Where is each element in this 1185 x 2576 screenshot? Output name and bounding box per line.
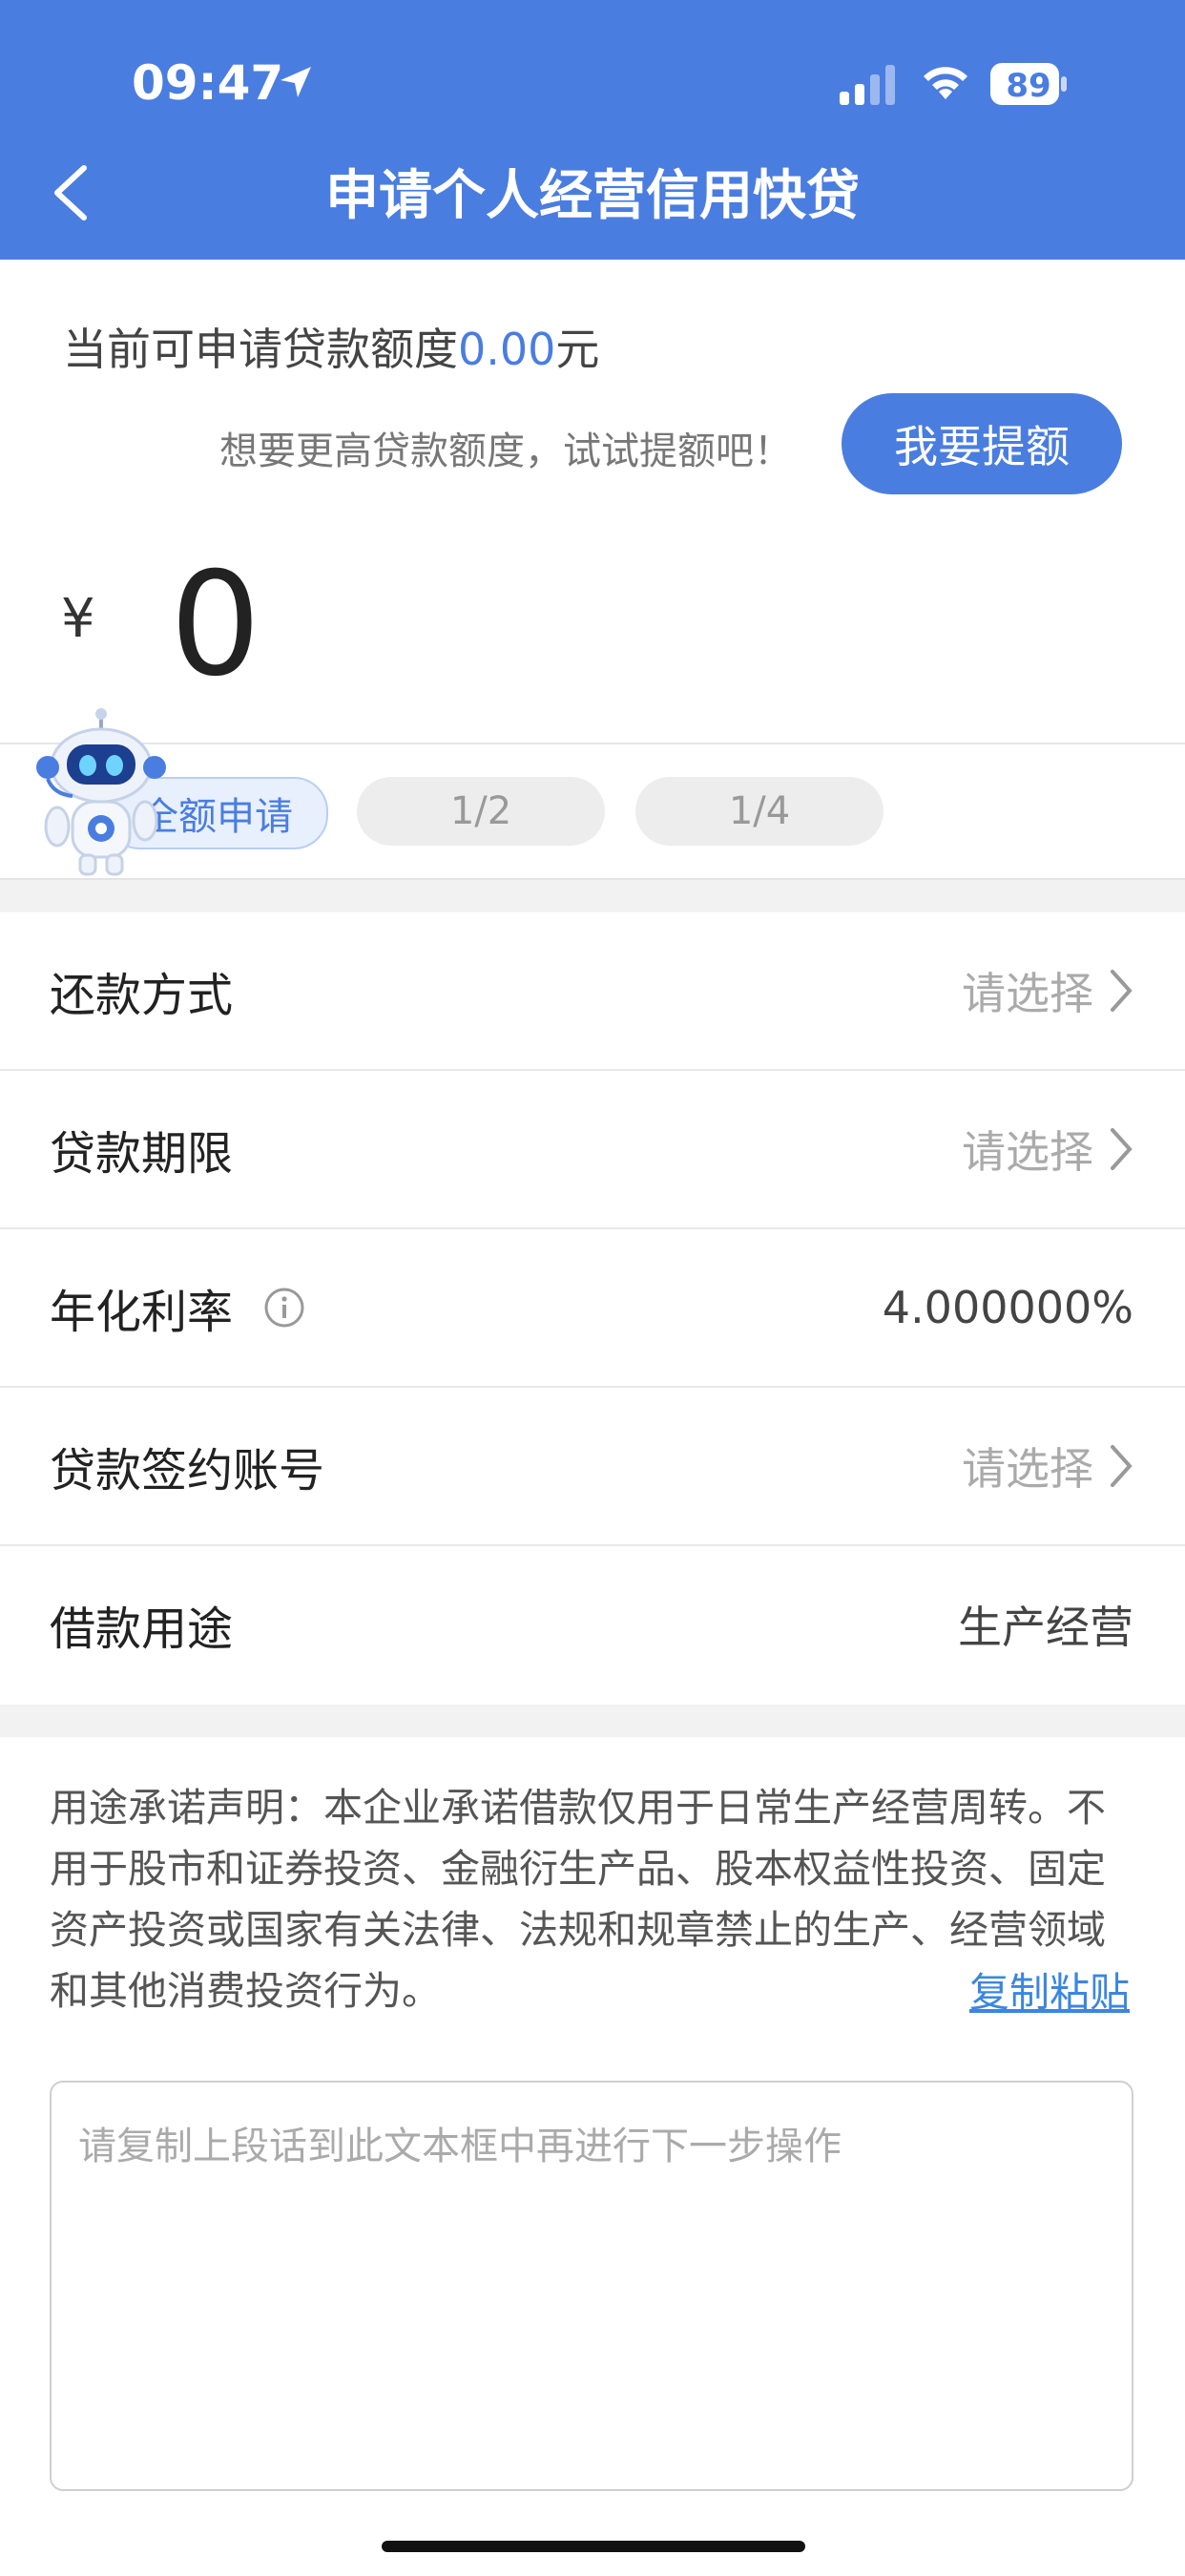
home-indicator bbox=[382, 2541, 805, 2552]
row-label: 借款用途 bbox=[50, 1602, 234, 1656]
signing-account-row[interactable]: 贷款签约账号 请选择 bbox=[0, 1388, 1185, 1546]
signal-icon bbox=[840, 65, 895, 105]
loan-term-row[interactable]: 贷款期限 请选择 bbox=[0, 1071, 1185, 1229]
chevron-right-icon bbox=[1111, 1128, 1133, 1170]
raise-hint: 想要更高贷款额度，试试提额吧！ bbox=[219, 429, 792, 473]
section-gap bbox=[0, 878, 1185, 912]
status-time: 09:47 bbox=[132, 55, 284, 111]
location-arrow-icon bbox=[281, 67, 311, 97]
robot-assistant-icon[interactable] bbox=[34, 706, 168, 878]
half-amount-option[interactable]: 1/2 bbox=[357, 777, 605, 846]
row-value: 请选择 bbox=[962, 1126, 1093, 1178]
wifi-icon bbox=[924, 67, 967, 99]
quota-amount: 0.00 bbox=[458, 324, 556, 375]
annual-rate-row: 年化利率 4.000000% bbox=[0, 1229, 1185, 1388]
repayment-method-row[interactable]: 还款方式 请选择 bbox=[0, 912, 1185, 1071]
page-title: 申请个人经营信用快贷 bbox=[325, 165, 860, 227]
quota-prefix: 当前可申请贷款额度 bbox=[63, 324, 458, 375]
row-value: 请选择 bbox=[962, 1443, 1093, 1495]
available-quota: 当前可申请贷款额度0.00元 bbox=[63, 315, 599, 378]
section-gap bbox=[0, 1705, 1185, 1737]
chevron-right-icon bbox=[1111, 1445, 1133, 1487]
battery-level: 89 bbox=[1006, 67, 1051, 105]
loan-amount-input[interactable]: 0 bbox=[170, 554, 260, 697]
row-label: 贷款签约账号 bbox=[50, 1444, 325, 1497]
raise-quota-button[interactable]: 我要提额 bbox=[842, 393, 1122, 494]
row-value: 4.000000% bbox=[882, 1282, 1133, 1333]
loan-purpose-row: 借款用途 生产经营 bbox=[0, 1546, 1185, 1703]
row-value: 请选择 bbox=[962, 968, 1093, 1019]
chevron-right-icon bbox=[1111, 970, 1133, 1012]
row-label: 贷款期限 bbox=[50, 1127, 234, 1181]
statement-textarea[interactable]: 请复制上段话到此文本框中再进行下一步操作 bbox=[50, 2081, 1133, 2491]
textarea-placeholder: 请复制上段话到此文本框中再进行下一步操作 bbox=[78, 2125, 842, 2168]
quarter-amount-option[interactable]: 1/4 bbox=[635, 777, 884, 846]
info-icon[interactable] bbox=[263, 1287, 305, 1329]
row-value: 生产经营 bbox=[958, 1602, 1133, 1653]
quota-unit: 元 bbox=[555, 324, 600, 375]
copy-paste-link[interactable]: 复制粘贴 bbox=[969, 1960, 1130, 2019]
currency-symbol: ¥ bbox=[61, 588, 95, 650]
divider bbox=[0, 743, 1185, 744]
row-label: 还款方式 bbox=[50, 969, 234, 1022]
app-header: 09:47 89 申请个人经营信用快贷 bbox=[0, 0, 1185, 260]
row-label: 年化利率 bbox=[50, 1286, 234, 1339]
